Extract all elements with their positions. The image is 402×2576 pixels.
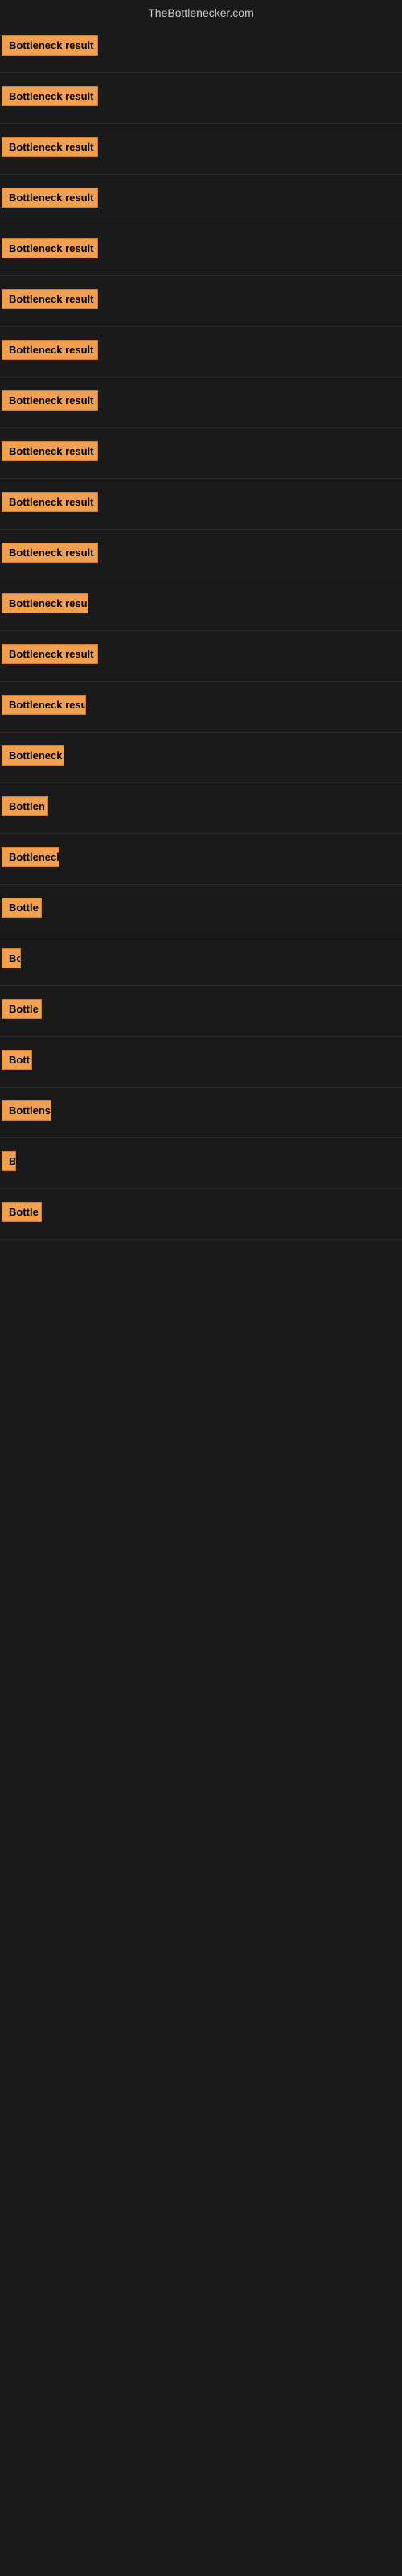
bottleneck-row: Bottlen	[0, 783, 402, 834]
bottleneck-row: Bottleneck result	[0, 530, 402, 580]
bottleneck-result-badge[interactable]: Bo	[2, 948, 21, 968]
bottleneck-result-badge[interactable]: Bottleneck result	[2, 390, 98, 411]
bottleneck-result-badge[interactable]: Bottleneck result	[2, 188, 98, 208]
bottleneck-row: Bottleneck result	[0, 378, 402, 428]
bottleneck-row: Bottleneck result	[0, 327, 402, 378]
bottleneck-row: Bottleneck result	[0, 276, 402, 327]
bottleneck-result-badge[interactable]: Bottleneck result	[2, 340, 98, 360]
bottleneck-row: Bottleneck r	[0, 733, 402, 783]
bottleneck-result-badge[interactable]: Bottleneck resul	[2, 593, 88, 613]
bottleneck-row: Bottleneck	[0, 834, 402, 885]
bottleneck-result-badge[interactable]: Bottleneck result	[2, 137, 98, 157]
bottleneck-result-badge[interactable]: Bottleneck result	[2, 644, 98, 664]
bottleneck-result-badge[interactable]: Bott	[2, 1050, 32, 1070]
bottleneck-result-badge[interactable]: Bottlens	[2, 1100, 51, 1121]
bottleneck-result-badge[interactable]: Bottleneck result	[2, 492, 98, 512]
bottleneck-result-badge[interactable]: B	[2, 1151, 16, 1171]
bottleneck-row: Bottlens	[0, 1088, 402, 1138]
site-title-container: TheBottlenecker.com	[0, 0, 402, 23]
bottleneck-row: Bottleneck result	[0, 23, 402, 73]
bottleneck-result-badge[interactable]: Bottleneck resul	[2, 695, 86, 715]
bottleneck-result-badge[interactable]: Bottleneck result	[2, 441, 98, 461]
bottleneck-row: Bottleneck result	[0, 479, 402, 530]
bottleneck-result-badge[interactable]: Bottle	[2, 898, 42, 918]
bottleneck-result-badge[interactable]: Bottleneck	[2, 847, 59, 867]
bottleneck-row: Bottleneck result	[0, 73, 402, 124]
bottleneck-row: Bottleneck resul	[0, 580, 402, 631]
bottleneck-row: Bottle	[0, 885, 402, 935]
bottleneck-row: Bott	[0, 1037, 402, 1088]
bottleneck-result-badge[interactable]: Bottleneck r	[2, 745, 64, 766]
bottleneck-row: Bottleneck result	[0, 225, 402, 276]
site-title: TheBottlenecker.com	[0, 0, 402, 23]
bottleneck-result-badge[interactable]: Bottleneck result	[2, 86, 98, 106]
bottleneck-row: Bottle	[0, 986, 402, 1037]
bottleneck-result-badge[interactable]: Bottleneck result	[2, 543, 98, 563]
bottleneck-row: Bottleneck result	[0, 631, 402, 682]
bottleneck-result-badge[interactable]: Bottle	[2, 999, 42, 1019]
bottleneck-row: B	[0, 1138, 402, 1189]
bottleneck-row: Bo	[0, 935, 402, 986]
bottleneck-row: Bottleneck resul	[0, 682, 402, 733]
bottleneck-row: Bottle	[0, 1189, 402, 1240]
bottleneck-result-badge[interactable]: Bottleneck result	[2, 35, 98, 56]
bottleneck-row: Bottleneck result	[0, 428, 402, 479]
bottleneck-row: Bottleneck result	[0, 175, 402, 225]
bottleneck-result-badge[interactable]: Bottle	[2, 1202, 42, 1222]
items-container: Bottleneck result Bottleneck result Bottle…	[0, 23, 402, 1240]
bottleneck-result-badge[interactable]: Bottleneck result	[2, 238, 98, 258]
bottleneck-result-badge[interactable]: Bottleneck result	[2, 289, 98, 309]
bottleneck-row: Bottleneck result	[0, 124, 402, 175]
bottleneck-result-badge[interactable]: Bottlen	[2, 796, 48, 816]
